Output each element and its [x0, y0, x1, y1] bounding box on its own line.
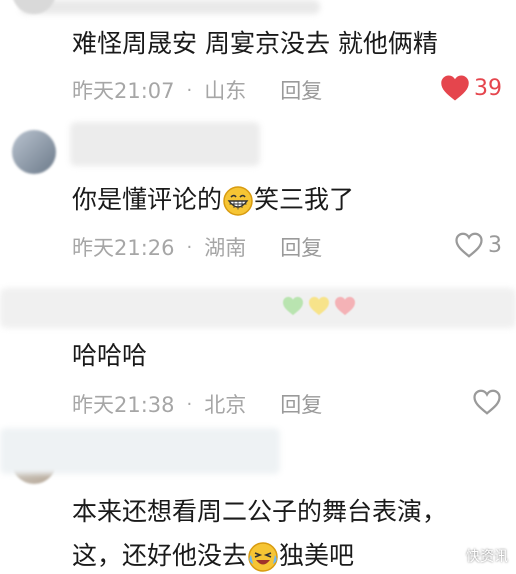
green-heart-icon: [283, 296, 303, 316]
blurred-username: [0, 428, 280, 474]
like-count: 39: [474, 75, 502, 101]
grinning-face-icon: [223, 186, 253, 216]
heart-filled-icon: [441, 75, 469, 101]
comment-text: 难怪周晟安 周宴京没去 就他俩精: [72, 29, 438, 58]
like-button[interactable]: 39: [440, 74, 502, 102]
comment-meta: 昨天21:26 · 湖南 回复: [72, 233, 322, 263]
reply-button[interactable]: 回复: [280, 390, 322, 420]
comment-text: 本来还想看周二公子的舞台表演，: [72, 497, 448, 526]
like-count: 3: [488, 232, 502, 258]
meta-separator: ·: [186, 80, 193, 101]
comment-location: 北京: [204, 393, 247, 417]
comment-time: 昨天21:26: [72, 236, 175, 260]
blurred-username: [0, 288, 516, 328]
comment-meta: 昨天21:07 · 山东 回复: [72, 76, 322, 106]
comment-text-part: 笑三我了: [254, 185, 355, 214]
yellow-heart-icon: [309, 296, 329, 316]
comment-text: 你是懂评论的 笑三我了: [72, 182, 354, 218]
comment-text-part: 独美吧: [279, 541, 355, 570]
heart-outline-icon: [473, 389, 501, 415]
pink-heart-icon: [335, 296, 355, 316]
avatar: [12, 130, 56, 174]
reply-button[interactable]: 回复: [280, 233, 322, 263]
comment-text: 这，还好他没去 独美吧: [72, 538, 354, 574]
comment-text-part: 你是懂评论的: [72, 185, 223, 214]
comment-time: 昨天21:38: [72, 393, 175, 417]
comment-text: 哈哈哈: [72, 341, 148, 370]
blurred-username: [70, 122, 260, 166]
watermark: 快资讯: [466, 549, 508, 565]
blurred-username: [20, 0, 320, 14]
comment-text-part: 这，还好他没去: [72, 541, 248, 570]
comment-time: 昨天21:07: [72, 79, 175, 103]
meta-separator: ·: [186, 237, 193, 258]
like-button[interactable]: [472, 388, 502, 416]
laughing-crying-face-icon: [248, 542, 278, 572]
comment-meta: 昨天21:38 · 北京 回复: [72, 390, 322, 420]
meta-separator: ·: [186, 394, 193, 415]
reply-button[interactable]: 回复: [280, 76, 322, 106]
heart-outline-icon: [455, 232, 483, 258]
decorative-hearts: [282, 296, 356, 316]
comment-location: 湖南: [204, 236, 247, 260]
like-button[interactable]: 3: [454, 231, 502, 259]
comment-location: 山东: [204, 79, 247, 103]
